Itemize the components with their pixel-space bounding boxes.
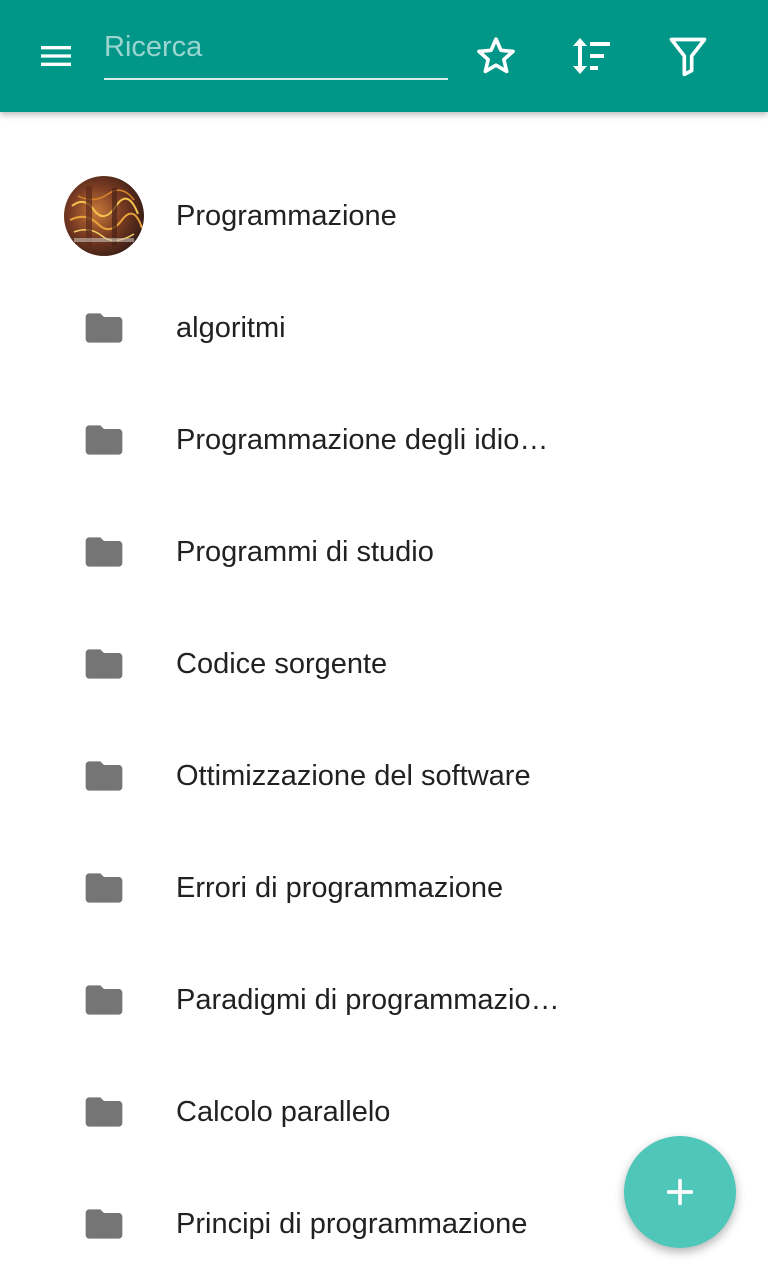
sort-button[interactable]	[560, 24, 624, 88]
folder-icon	[64, 848, 144, 928]
folder-icon	[64, 624, 144, 704]
list-item[interactable]: Programmazione degli idio…	[0, 384, 768, 496]
avatar-image	[69, 186, 143, 246]
menu-button[interactable]	[24, 24, 88, 88]
app-toolbar	[0, 0, 768, 112]
filter-icon	[669, 37, 707, 77]
avatar-container	[64, 176, 144, 256]
list-item-label: Calcolo parallelo	[176, 1095, 391, 1128]
folder-icon	[64, 736, 144, 816]
folder-icon	[64, 512, 144, 592]
folder-icon	[64, 960, 144, 1040]
favorites-button[interactable]	[464, 24, 528, 88]
list-item[interactable]: Programmi di studio	[0, 496, 768, 608]
list-item-label: Paradigmi di programmazio…	[176, 983, 560, 1016]
list-item-label: algoritmi	[176, 311, 286, 344]
list-item-label: Programmazione	[176, 199, 397, 232]
folder-icon	[64, 1184, 144, 1264]
plus-icon	[667, 1179, 693, 1205]
list-item[interactable]: Errori di programmazione	[0, 832, 768, 944]
list-item-header[interactable]: Programmazione	[0, 160, 768, 272]
avatar	[64, 176, 144, 256]
search-input[interactable]	[104, 22, 448, 80]
list-item[interactable]: Paradigmi di programmazio…	[0, 944, 768, 1056]
list-item-label: Ottimizzazione del software	[176, 759, 531, 792]
folder-icon	[64, 400, 144, 480]
folder-list: Programmazione algoritmi Programmazione …	[0, 160, 768, 1280]
hamburger-menu-icon	[41, 46, 71, 66]
list-item[interactable]: Ottimizzazione del software	[0, 720, 768, 832]
list-item-label: Errori di programmazione	[176, 871, 504, 904]
list-item-label: Programmi di studio	[176, 535, 434, 568]
folder-icon	[64, 1072, 144, 1152]
list-item[interactable]: Codice sorgente	[0, 608, 768, 720]
sort-icon	[573, 38, 610, 74]
list-item[interactable]: algoritmi	[0, 272, 768, 384]
list-item-label: Codice sorgente	[176, 647, 388, 680]
add-button[interactable]	[624, 1136, 736, 1248]
list-item-label: Principi di programmazione	[176, 1207, 528, 1240]
filter-button[interactable]	[656, 24, 720, 88]
folder-icon	[64, 288, 144, 368]
list-item-label: Programmazione degli idio…	[176, 423, 549, 456]
star-outline-icon	[477, 37, 515, 74]
